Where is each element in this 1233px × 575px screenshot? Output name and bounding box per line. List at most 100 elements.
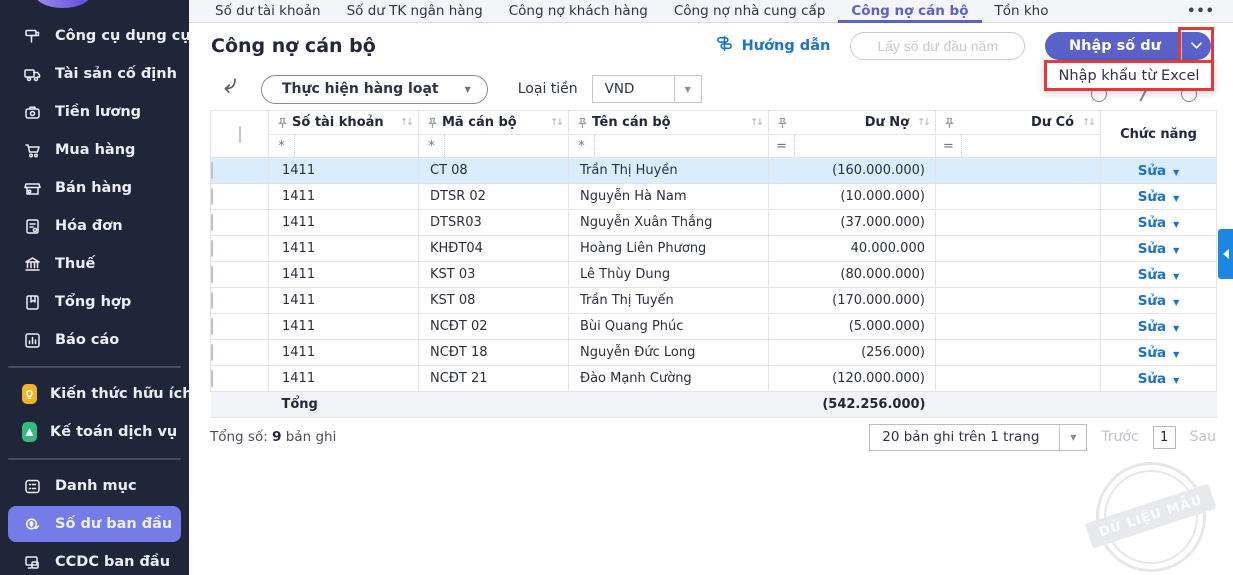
column-header-credit[interactable]: Dư Có: [959, 115, 1078, 130]
sort-icon[interactable]: ↑↓: [750, 117, 762, 128]
filter-input-credit[interactable]: [962, 135, 1100, 157]
tab-cong-no-khach-hang[interactable]: Công nợ khách hàng: [496, 0, 661, 22]
tab-cong-no-nha-cung-cap[interactable]: Công nợ nhà cung cấp: [661, 0, 839, 22]
sidebar-item-ban-hang[interactable]: Bán hàng: [8, 170, 181, 206]
pin-icon[interactable]: [427, 117, 438, 129]
filter-operator[interactable]: *: [269, 135, 295, 157]
table-row[interactable]: 1411 DTSR03 Nguyễn Xuân Thắng (37.000.00…: [211, 210, 1217, 236]
row-checkbox[interactable]: [211, 240, 213, 257]
get-opening-balance-button[interactable]: Lấy số dư đầu năm: [850, 32, 1025, 60]
filter-input-name[interactable]: [595, 135, 768, 157]
table-row[interactable]: 1411 KST 08 Trần Thị Tuyến (170.000.000)…: [211, 288, 1217, 314]
filter-input-account[interactable]: [295, 135, 418, 157]
row-checkbox[interactable]: [211, 344, 213, 361]
table-row[interactable]: 1411 NCĐT 18 Nguyễn Đức Long (256.000) S…: [211, 340, 1217, 366]
sidebar-item-tong-hop[interactable]: Tổng hợp: [8, 284, 181, 320]
sidebar-item-kien-thuc-huu-ich[interactable]: Kiến thức hữu ích: [8, 376, 181, 412]
sidebar-item-thue[interactable]: Thuế: [8, 246, 181, 282]
row-checkbox[interactable]: [211, 370, 213, 387]
sidebar-item-ccdc-ban-dau[interactable]: CCDC ban đầu: [8, 544, 181, 575]
tab-cong-no-can-bo[interactable]: Công nợ cán bộ: [838, 0, 981, 22]
filter-input-debit[interactable]: [795, 135, 935, 157]
sidebar-item-tai-san-co-dinh[interactable]: Tài sản cố định: [8, 56, 181, 92]
flow-down-arrow-icon[interactable]: [219, 76, 241, 102]
pin-icon[interactable]: [277, 117, 288, 129]
row-checkbox[interactable]: [211, 188, 213, 205]
chevron-down-icon[interactable]: [1181, 32, 1211, 60]
bulk-action-select[interactable]: Thực hiện hàng loạt ▼: [261, 75, 488, 104]
edit-row-button[interactable]: Sửa: [1138, 293, 1166, 309]
prev-page-button[interactable]: Trước: [1101, 429, 1138, 445]
sidebar-item-mua-hang[interactable]: Mua hàng: [8, 132, 181, 168]
row-checkbox[interactable]: [211, 292, 213, 309]
sidebar-item-cong-cu-dung-cu[interactable]: Công cụ dụng cụ: [8, 18, 181, 54]
row-action-caret-icon[interactable]: ▼: [1173, 220, 1179, 229]
tab-so-du-tai-khoan[interactable]: Số dư tài khoản: [202, 0, 334, 22]
table-row[interactable]: 1411 NCĐT 02 Bùi Quang Phúc (5.000.000) …: [211, 314, 1217, 340]
guide-link[interactable]: Hướng dẫn: [715, 34, 831, 57]
edit-row-button[interactable]: Sửa: [1138, 163, 1166, 179]
currency-label: Loại tiền: [518, 81, 578, 97]
sidebar-item-so-du-ban-dau[interactable]: Số dư ban đầu: [8, 506, 181, 542]
row-action-caret-icon[interactable]: ▼: [1173, 350, 1179, 359]
edit-row-button[interactable]: Sửa: [1138, 371, 1166, 387]
book-icon: [22, 292, 42, 312]
current-page-indicator[interactable]: 1: [1153, 426, 1176, 449]
panel-collapse-handle[interactable]: [1218, 229, 1233, 279]
column-header-debit[interactable]: Dư Nợ: [792, 115, 913, 130]
import-excel-menu-item[interactable]: Nhập khẩu từ Excel: [1044, 60, 1214, 91]
sort-icon[interactable]: ↑↓: [917, 117, 929, 128]
filter-operator[interactable]: =: [769, 135, 795, 157]
sidebar-item-ke-toan-dich-vu[interactable]: Kế toán dịch vụ: [8, 414, 181, 450]
table-row[interactable]: 1411 CT 08 Trần Thị Huyền (160.000.000) …: [211, 158, 1217, 184]
edit-row-button[interactable]: Sửa: [1138, 319, 1166, 335]
edit-row-button[interactable]: Sửa: [1138, 189, 1166, 205]
sidebar-item-hoa-don[interactable]: Hóa đơn: [8, 208, 181, 244]
truck-icon: [22, 64, 42, 84]
row-checkbox[interactable]: [211, 318, 213, 335]
filter-operator[interactable]: *: [569, 135, 595, 157]
row-action-caret-icon[interactable]: ▼: [1173, 272, 1179, 281]
filter-input-code[interactable]: [445, 135, 568, 157]
row-action-caret-icon[interactable]: ▼: [1173, 324, 1179, 333]
row-action-caret-icon[interactable]: ▼: [1173, 298, 1179, 307]
row-action-caret-icon[interactable]: ▼: [1173, 246, 1179, 255]
table-row[interactable]: 1411 KHĐT04 Hoàng Liên Phương 40.000.000…: [211, 236, 1217, 262]
column-header-code[interactable]: Mã cán bộ: [442, 115, 546, 130]
table-row[interactable]: 1411 DTSR 02 Nguyễn Hà Nam (10.000.000) …: [211, 184, 1217, 210]
sort-icon[interactable]: ↑↓: [550, 117, 562, 128]
sidebar-item-bao-cao[interactable]: Báo cáo: [8, 322, 181, 358]
import-balance-button[interactable]: Nhập số dư: [1045, 32, 1211, 60]
sidebar-item-danh-muc[interactable]: Danh mục: [8, 468, 181, 504]
pin-icon[interactable]: [944, 117, 955, 129]
row-checkbox[interactable]: [211, 162, 213, 179]
row-checkbox[interactable]: [211, 214, 213, 231]
sidebar-item-label: Hóa đơn: [55, 218, 123, 234]
table-row[interactable]: 1411 KST 03 Lê Thùy Dung (80.000.000) Sử…: [211, 262, 1217, 288]
row-checkbox[interactable]: [211, 266, 213, 283]
edit-row-button[interactable]: Sửa: [1138, 215, 1166, 231]
filter-operator[interactable]: *: [419, 135, 445, 157]
sort-icon[interactable]: ↑↓: [400, 117, 412, 128]
more-tabs-icon[interactable]: •••: [1169, 0, 1233, 22]
edit-row-button[interactable]: Sửa: [1138, 345, 1166, 361]
column-header-account[interactable]: Số tài khoản: [292, 115, 396, 130]
pin-icon[interactable]: [777, 117, 788, 129]
edit-row-button[interactable]: Sửa: [1138, 241, 1166, 257]
tab-so-du-tk-ngan-hang[interactable]: Số dư TK ngân hàng: [334, 0, 496, 22]
next-page-button[interactable]: Sau: [1190, 429, 1216, 445]
row-action-caret-icon[interactable]: ▼: [1173, 194, 1179, 203]
column-header-name[interactable]: Tên cán bộ: [592, 115, 746, 130]
pin-icon[interactable]: [577, 117, 588, 129]
page-size-select[interactable]: 20 bản ghi trên 1 trang ▼: [869, 424, 1087, 451]
currency-select[interactable]: VND ▼: [592, 75, 702, 103]
table-row[interactable]: 1411 NCĐT 21 Đào Mạnh Cường (120.000.000…: [211, 366, 1217, 392]
row-action-caret-icon[interactable]: ▼: [1173, 376, 1179, 385]
tab-ton-kho[interactable]: Tồn kho: [982, 0, 1062, 22]
sort-icon[interactable]: ↑↓: [1082, 117, 1094, 128]
select-all-checkbox[interactable]: [239, 126, 241, 143]
filter-operator[interactable]: =: [936, 135, 962, 157]
edit-row-button[interactable]: Sửa: [1138, 267, 1166, 283]
row-action-caret-icon[interactable]: ▼: [1173, 168, 1179, 177]
sidebar-item-tien-luong[interactable]: Tiền lương: [8, 94, 181, 130]
